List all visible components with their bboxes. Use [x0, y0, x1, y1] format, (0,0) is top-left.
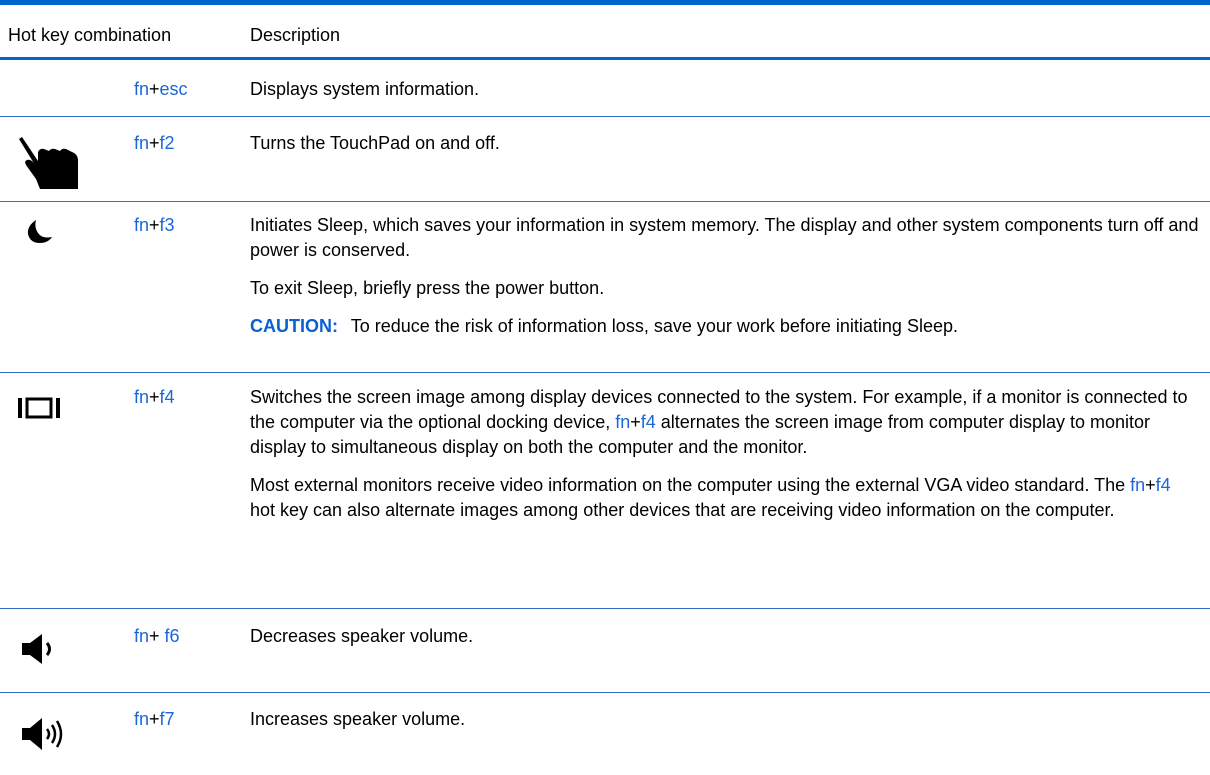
- key-f4: f4: [159, 387, 175, 407]
- sleep-moon-icon: [27, 220, 52, 243]
- header-hot-key-combination: Hot key combination: [8, 25, 172, 45]
- key-f3: f3: [159, 215, 175, 235]
- volume-up-icon: [22, 718, 63, 750]
- caution-label: CAUTION:: [250, 316, 338, 336]
- row-description: Increases speaker volume.: [250, 709, 466, 729]
- inline-key-fn: fn: [615, 412, 631, 432]
- inline-key-fn: fn: [1130, 475, 1146, 495]
- inline-key-f4: f4: [640, 412, 656, 432]
- key-fn: fn: [134, 215, 150, 235]
- key-f2: f2: [159, 133, 175, 153]
- key-f7: f7: [159, 709, 175, 729]
- key-fn: fn: [134, 133, 150, 153]
- row-description: Initiates Sleep, which saves your inform…: [250, 213, 1200, 352]
- volume-down-icon: [22, 634, 51, 664]
- row-description: Switches the screen image among display …: [250, 387, 1188, 520]
- row-description: Decreases speaker volume.: [250, 626, 474, 646]
- key-fn: fn: [134, 626, 150, 646]
- hotkey-combo: fn+f2: [134, 133, 175, 153]
- table-row-fn-f3: fn+f3 Initiates Sleep, which saves your …: [0, 202, 1210, 373]
- table-row-fn-f7: fn+f7 Increases speaker volume.: [0, 693, 1210, 775]
- display-switch-icon: [18, 397, 60, 419]
- table-row-fn-f6: fn+ f6 Decreases speaker volume.: [0, 609, 1210, 693]
- caution-note: CAUTION: To reduce the risk of informati…: [250, 316, 958, 336]
- key-fn: fn: [134, 79, 150, 99]
- table-row-fn-esc: fn+esc Displays system information.: [0, 60, 1210, 117]
- hotkey-combo: fn+ f6: [134, 626, 180, 646]
- inline-key-f4: f4: [1155, 475, 1171, 495]
- key-f6: f6: [164, 626, 180, 646]
- row-description: Displays system information.: [250, 79, 480, 99]
- table-header-row: Hot key combination Description: [0, 5, 1210, 60]
- hotkey-combo: fn+esc: [134, 79, 188, 99]
- hotkey-combo: fn+f7: [134, 709, 175, 729]
- key-fn: fn: [134, 387, 150, 407]
- header-description: Description: [250, 25, 341, 45]
- row-description: Turns the TouchPad on and off.: [250, 133, 500, 153]
- table-row-fn-f4: fn+f4 Switches the screen image among di…: [0, 373, 1210, 609]
- key-fn: fn: [134, 709, 150, 729]
- key-esc: esc: [159, 79, 188, 99]
- hotkey-combo: fn+f4: [134, 387, 175, 407]
- touchpad-hand-icon: [19, 137, 78, 189]
- table-row-fn-f2: fn+f2 Turns the TouchPad on and off.: [0, 117, 1210, 202]
- hotkey-combo: fn+f3: [134, 215, 175, 235]
